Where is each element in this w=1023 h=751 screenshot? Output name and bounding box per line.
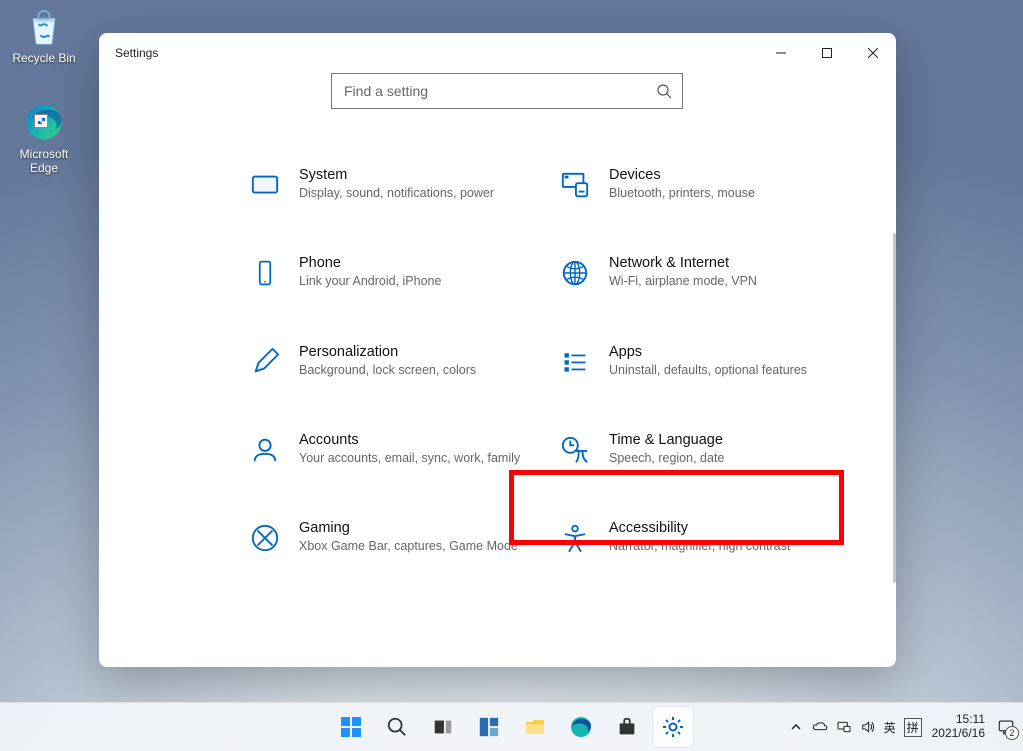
ime-indicator-1[interactable]: 英	[884, 719, 896, 736]
category-desc: Display, sound, notifications, power	[299, 185, 529, 201]
category-desc: Xbox Game Bar, captures, Game Mode	[299, 538, 529, 554]
xbox-icon	[249, 522, 281, 554]
category-system[interactable]: System Display, sound, notifications, po…	[249, 163, 529, 205]
clock-time: 15:11	[932, 713, 985, 727]
category-title: Apps	[609, 344, 839, 360]
search-icon	[656, 83, 672, 99]
accessibility-icon	[559, 522, 591, 554]
category-accounts[interactable]: Accounts Your accounts, email, sync, wor…	[249, 428, 529, 470]
category-desc: Wi-Fi, airplane mode, VPN	[609, 273, 839, 289]
category-title: Network & Internet	[609, 255, 839, 271]
category-devices[interactable]: Devices Bluetooth, printers, mouse	[559, 163, 839, 205]
search-input[interactable]	[342, 82, 656, 100]
category-desc: Speech, region, date	[609, 450, 839, 466]
taskbar-search-button[interactable]	[377, 707, 417, 747]
category-desc: Bluetooth, printers, mouse	[609, 185, 839, 201]
category-personalization[interactable]: Personalization Background, lock screen,…	[249, 340, 529, 382]
category-title: Personalization	[299, 344, 529, 360]
window-title: Settings	[115, 46, 158, 60]
settings-window: Settings	[99, 33, 896, 667]
taskbar-center	[331, 707, 693, 747]
globe-icon	[559, 257, 591, 289]
pen-icon	[249, 346, 281, 378]
settings-taskbar-button[interactable]	[653, 707, 693, 747]
store-button[interactable]	[607, 707, 647, 747]
category-desc: Background, lock screen, colors	[299, 362, 529, 378]
phone-icon	[249, 257, 281, 289]
category-accessibility[interactable]: Accessibility Narrator, magnifier, high …	[559, 516, 839, 558]
titlebar[interactable]: Settings	[99, 33, 896, 73]
apps-icon	[559, 346, 591, 378]
taskbar-clock[interactable]: 15:11 2021/6/16	[932, 713, 985, 741]
maximize-button[interactable]	[804, 33, 850, 73]
category-title: Gaming	[299, 520, 529, 536]
category-apps[interactable]: Apps Uninstall, defaults, optional featu…	[559, 340, 839, 382]
category-title: Phone	[299, 255, 529, 271]
shortcut-arrow-icon	[34, 114, 48, 128]
taskbar: 英 拼 15:11 2021/6/16 2	[0, 702, 1023, 751]
category-title: Accounts	[299, 432, 529, 448]
volume-icon[interactable]	[860, 719, 876, 735]
desktop-icon-recycle-bin[interactable]: Recycle Bin	[6, 2, 82, 66]
category-time-language[interactable]: Time & Language Speech, region, date	[559, 428, 839, 470]
tray-chevron-up-icon[interactable]	[788, 719, 804, 735]
vertical-scrollbar[interactable]	[893, 233, 896, 583]
notifications-button[interactable]: 2	[995, 716, 1017, 738]
desktop-icon-label: Microsoft Edge	[6, 148, 82, 176]
category-desc: Uninstall, defaults, optional features	[609, 362, 839, 378]
category-phone[interactable]: Phone Link your Android, iPhone	[249, 251, 529, 293]
category-title: Accessibility	[609, 520, 839, 536]
task-view-button[interactable]	[423, 707, 463, 747]
category-network[interactable]: Network & Internet Wi-Fi, airplane mode,…	[559, 251, 839, 293]
category-desc: Your accounts, email, sync, work, family	[299, 450, 529, 466]
close-button[interactable]	[850, 33, 896, 73]
settings-categories: System Display, sound, notifications, po…	[249, 163, 839, 558]
clock-date: 2021/6/16	[932, 727, 985, 741]
system-icon	[249, 169, 281, 201]
category-gaming[interactable]: Gaming Xbox Game Bar, captures, Game Mod…	[249, 516, 529, 558]
desktop-icon-label: Recycle Bin	[6, 52, 82, 66]
category-title: Devices	[609, 167, 839, 183]
search-box[interactable]	[331, 73, 683, 109]
start-button[interactable]	[331, 707, 371, 747]
category-desc: Link your Android, iPhone	[299, 273, 529, 289]
notification-count-badge: 2	[1005, 726, 1019, 740]
category-title: Time & Language	[609, 432, 839, 448]
category-title: System	[299, 167, 529, 183]
system-tray: 英 拼 15:11 2021/6/16 2	[788, 703, 1017, 751]
edge-icon	[20, 98, 68, 146]
ime-indicator-2[interactable]: 拼	[904, 718, 922, 737]
category-desc: Narrator, magnifier, high contrast	[609, 538, 839, 554]
onedrive-icon[interactable]	[812, 719, 828, 735]
edge-taskbar-button[interactable]	[561, 707, 601, 747]
network-tray-icon[interactable]	[836, 719, 852, 735]
recycle-bin-icon	[20, 2, 68, 50]
person-icon	[249, 434, 281, 466]
time-language-icon	[559, 434, 591, 466]
widgets-button[interactable]	[469, 707, 509, 747]
minimize-button[interactable]	[758, 33, 804, 73]
file-explorer-button[interactable]	[515, 707, 555, 747]
desktop-icon-microsoft-edge[interactable]: Microsoft Edge	[6, 98, 82, 176]
devices-icon	[559, 169, 591, 201]
